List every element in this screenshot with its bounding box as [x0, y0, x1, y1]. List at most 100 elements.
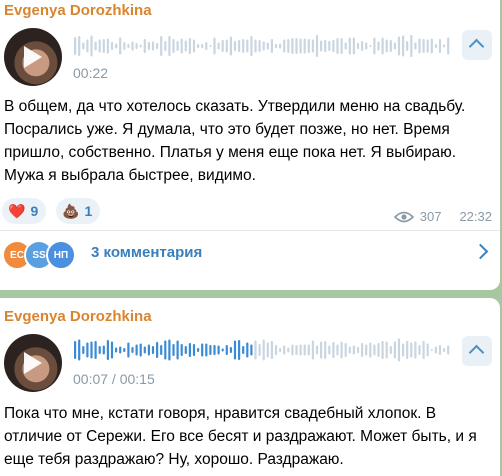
chevron-right-icon [472, 243, 489, 260]
waveform-bar [123, 42, 126, 50]
waveform-bar [143, 39, 146, 53]
waveform-bar [361, 41, 364, 51]
waveform-bar [422, 39, 425, 53]
reaction-poop[interactable]: 💩 1 [56, 198, 101, 224]
waveform-bar [348, 346, 351, 354]
waveform-bar [373, 37, 376, 55]
waveform-bar [279, 43, 282, 49]
waveform-bar [221, 348, 224, 352]
waveform-bar [389, 40, 392, 52]
voice-waveform[interactable] [70, 330, 450, 370]
message-bubble: Evgenya Dorozhkina 00:22 В общем, да что… [0, 0, 500, 290]
waveform-bar [352, 37, 355, 55]
waveform-bar [110, 341, 114, 359]
waveform-bar [131, 41, 134, 51]
voice-avatar-play-button[interactable] [4, 334, 62, 392]
waveform-bar [229, 36, 232, 56]
waveform-bar [205, 343, 208, 357]
collapse-transcript-button[interactable] [462, 336, 492, 366]
reaction-heart[interactable]: ❤️ 9 [2, 198, 47, 224]
waveform-bar [242, 39, 245, 53]
waveform-bar [233, 41, 237, 51]
waveform-bar [324, 341, 327, 359]
sender-name[interactable]: Evgenya Dorozhkina [4, 308, 152, 325]
waveform-bar [307, 344, 310, 356]
waveform-bar [434, 346, 437, 354]
waveform-bar [369, 45, 372, 47]
comments-link[interactable]: 3 комментария [91, 244, 202, 261]
waveform-bar [147, 344, 150, 356]
waveform-bar [258, 40, 261, 52]
waveform-bar [287, 347, 290, 353]
waveform-bar [447, 37, 450, 55]
waveform-bar [320, 40, 323, 52]
waveform-bar [98, 39, 101, 53]
waveform-bar [266, 342, 269, 358]
waveform-bar [250, 344, 253, 356]
voice-avatar-play-button[interactable] [4, 28, 62, 86]
waveform-bar [156, 43, 159, 49]
waveform-bar [184, 346, 187, 354]
voice-duration: 00:07 / 00:15 [73, 371, 155, 387]
commenter-avatar: НП [46, 240, 76, 270]
waveform-bar [123, 348, 126, 352]
waveform-bar [406, 41, 409, 51]
waveform-bar [332, 342, 335, 358]
collapse-transcript-button[interactable] [462, 30, 492, 60]
waveform-bar [303, 344, 306, 356]
waveform-bar [110, 42, 114, 50]
waveform-bar [143, 346, 146, 354]
message-meta: 307 22:32 [393, 209, 492, 224]
waveform-bar [217, 345, 220, 355]
waveform-bar [315, 345, 319, 355]
view-count: 307 [419, 209, 442, 224]
waveform-bar [225, 345, 228, 355]
waveform-bar [365, 344, 368, 356]
waveform-bar [438, 39, 442, 53]
waveform-bar [393, 341, 396, 359]
message-time: 22:32 [459, 209, 492, 224]
waveform-bar [291, 38, 294, 54]
waveform-bar [410, 35, 413, 57]
waveform-bar [418, 345, 421, 355]
waveform-bar [377, 343, 380, 357]
waveform-bar [356, 347, 360, 353]
waveform-bar [233, 340, 237, 360]
waveform-bar [197, 44, 200, 48]
waveform-bar [188, 38, 191, 54]
waveform-bar [151, 346, 155, 354]
waveform-bar [156, 342, 159, 358]
waveform-bar [242, 346, 245, 354]
voice-waveform[interactable] [70, 26, 450, 66]
waveform-bar [102, 345, 105, 355]
waveform-bar [246, 342, 249, 358]
waveform-bar [82, 42, 85, 50]
waveform-bar [209, 345, 212, 355]
waveform-bar [213, 345, 216, 355]
waveform-bar [221, 40, 224, 52]
comments-row[interactable]: ЕС SS НП 3 комментария [0, 234, 500, 280]
waveform-bar [188, 343, 191, 357]
waveform-bar [238, 40, 241, 52]
waveform-bar [106, 340, 109, 360]
eye-icon [393, 211, 414, 222]
sender-name[interactable]: Evgenya Dorozhkina [4, 2, 152, 19]
waveform-bar [262, 41, 265, 51]
waveform-bar [447, 345, 450, 355]
waveform-bar [139, 44, 142, 48]
waveform-bar [291, 344, 294, 356]
waveform-bar [86, 342, 89, 358]
waveform-bar [168, 36, 171, 56]
waveform-bar [106, 38, 109, 54]
waveform-bar [164, 340, 167, 360]
waveform-bar [102, 39, 105, 53]
waveform-bar [147, 42, 150, 50]
waveform-bar [299, 38, 302, 54]
waveform-bar [229, 347, 232, 353]
waveform-bar [434, 44, 437, 48]
waveform-bar [135, 344, 138, 356]
waveform-bar [266, 42, 269, 50]
waveform-bar [74, 37, 77, 55]
waveform-bar [78, 339, 81, 361]
waveform-bar [258, 344, 261, 356]
